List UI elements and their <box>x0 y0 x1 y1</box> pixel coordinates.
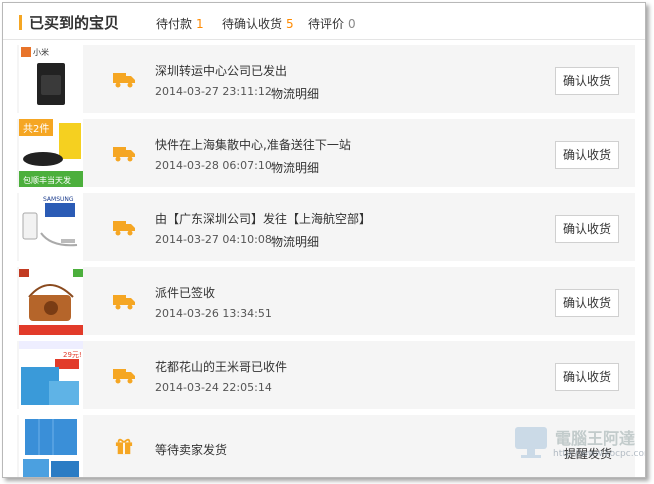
logistics-time: 2014-03-26 13:34:51 <box>155 307 272 320</box>
orders-header: 已买到的宝贝 待付款 1 待确认收货 5 待评价 0 <box>3 3 645 40</box>
tab-count: 5 <box>286 17 294 31</box>
logistics-time: 2014-03-27 23:11:12 <box>155 85 272 98</box>
truck-icon <box>113 369 135 384</box>
item-count-badge: 共2件 <box>19 119 54 136</box>
watermark-url: http://www.kocpc.com.tw <box>553 449 645 459</box>
tab-label: 待付款 <box>156 17 193 31</box>
truck-icon <box>113 221 135 236</box>
confirm-receipt-button[interactable]: 确认收货 <box>555 141 619 169</box>
logistics-status: 深圳转运中心公司已发出 <box>155 64 288 78</box>
confirm-receipt-button[interactable]: 确认收货 <box>555 363 619 391</box>
thumb-label: 包顺丰当天发 <box>23 175 71 185</box>
watermark-text: 電腦王阿達 <box>555 429 636 448</box>
logistics-status: 快件在上海集散中心,准备送往下一站 <box>155 138 351 152</box>
logistics-status: 由【广东深圳公司】发往【上海航空部】 <box>155 212 372 226</box>
logistics-time: 2014-03-27 04:10:08 <box>155 233 272 246</box>
confirm-receipt-button[interactable]: 确认收货 <box>555 215 619 243</box>
tab-pending-receipt[interactable]: 待确认收货 5 <box>222 15 294 32</box>
logistics-status: 花都花山的王米哥已收件 <box>155 360 288 374</box>
logistics-detail-link[interactable]: 物流明细 <box>271 159 319 176</box>
order-row: 小米 深圳转运中心公司已发出 2014-03-27 23:11:12 物流明细 … <box>17 45 635 113</box>
order-row: SAMSUNG 由【广东深圳公司】发往【上海航空部】 2014-03-27 04… <box>17 193 635 261</box>
truck-icon <box>113 295 135 310</box>
logistics-time: 2014-03-28 06:07:10 <box>155 159 272 172</box>
order-row: 包顺丰当天发 共2件 快件在上海集散中心,准备送往下一站 2014-03-28 … <box>17 119 635 187</box>
product-thumbnail[interactable] <box>19 415 83 477</box>
thumb-label: 小米 <box>33 47 49 57</box>
product-thumbnail[interactable]: SAMSUNG <box>19 193 83 261</box>
product-thumbnail[interactable]: 包顺丰当天发 共2件 <box>19 119 83 187</box>
thumb-label: SAMSUNG <box>43 196 74 203</box>
orders-panel: 已买到的宝贝 待付款 1 待确认收货 5 待评价 0 小米 深圳转运中心公司已发… <box>2 2 646 478</box>
product-thumbnail[interactable] <box>19 267 83 335</box>
tab-pending-payment[interactable]: 待付款 1 <box>156 15 204 32</box>
logistics-detail-link[interactable]: 物流明细 <box>271 85 319 102</box>
order-row: 29元! 花都花山的王米哥已收件 2014-03-24 22:05:14 确认收… <box>17 341 635 409</box>
logistics-status: 派件已签收 <box>155 286 216 300</box>
confirm-receipt-button[interactable]: 确认收货 <box>555 67 619 95</box>
truck-icon <box>113 73 135 88</box>
confirm-receipt-button[interactable]: 确认收货 <box>555 289 619 317</box>
product-thumbnail[interactable]: 小米 <box>19 45 83 113</box>
tab-count: 1 <box>196 17 204 31</box>
order-row: 派件已签收 2014-03-26 13:34:51 确认收货 <box>17 267 635 335</box>
tab-label: 待确认收货 <box>222 17 283 31</box>
site-watermark: 電腦王阿達 http://www.kocpc.com.tw <box>509 419 645 469</box>
truck-icon <box>113 147 135 162</box>
tab-pending-review[interactable]: 待评价 0 <box>308 15 356 32</box>
tab-count: 0 <box>348 17 356 31</box>
logistics-detail-link[interactable]: 物流明细 <box>271 233 319 250</box>
header-accent-bar <box>19 15 22 30</box>
gift-icon <box>115 438 133 455</box>
product-thumbnail[interactable]: 29元! <box>19 341 83 409</box>
tab-label: 待评价 <box>308 17 345 31</box>
page-title: 已买到的宝贝 <box>29 14 120 32</box>
thumb-label: 29元! <box>63 351 82 359</box>
logistics-status: 等待卖家发货 <box>155 443 228 457</box>
logistics-time: 2014-03-24 22:05:14 <box>155 381 272 394</box>
